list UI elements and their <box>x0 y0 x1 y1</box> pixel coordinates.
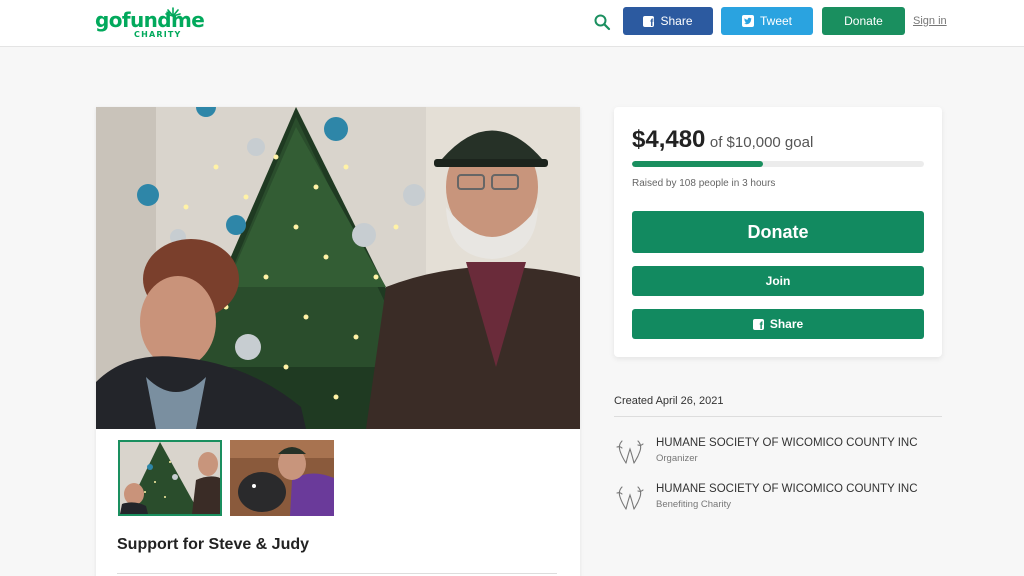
thumbnail-2-image <box>230 440 334 516</box>
donate-button[interactable]: Donate <box>632 211 924 253</box>
beneficiary-name: HUMANE SOCIETY OF WICOMICO COUNTY INC <box>656 483 918 495</box>
campaign-card: Support for Steve & Judy <box>96 107 580 576</box>
raised-summary: $4,480 of $10,000 goal <box>632 126 813 154</box>
content-divider <box>117 573 557 574</box>
tweet-label: Tweet <box>759 14 792 28</box>
donation-progress-bar <box>632 161 924 167</box>
gallery-thumbnail-2[interactable] <box>230 440 334 516</box>
campaign-title: Support for Steve & Judy <box>117 536 310 553</box>
logo-wordmark: gofundme <box>95 8 205 32</box>
goal-amount: of $10,000 goal <box>709 134 814 151</box>
facebook-share-button[interactable]: Share <box>623 7 713 35</box>
search-icon[interactable] <box>593 13 611 31</box>
twitter-icon <box>741 15 754 27</box>
facebook-icon <box>643 15 655 29</box>
header-donate-label: Donate <box>844 14 883 28</box>
tweet-button[interactable]: Tweet <box>721 7 813 35</box>
beneficiary-role: Benefiting Charity <box>656 499 731 510</box>
thumbnail-1-image <box>120 442 220 514</box>
organizer-name: HUMANE SOCIETY OF WICOMICO COUNTY INC <box>656 437 918 449</box>
donation-card: $4,480 of $10,000 goal Raised by 108 peo… <box>614 107 942 357</box>
logo-subtitle: CHARITY <box>134 30 182 39</box>
gofundme-charity-logo[interactable]: gofundme CHARITY <box>95 7 205 41</box>
raised-amount: $4,480 <box>632 126 706 153</box>
hero-photo-illustration <box>96 107 580 429</box>
organizer-role: Organizer <box>656 453 698 464</box>
beneficiary-entry[interactable]: HUMANE SOCIETY OF WICOMICO COUNTY INC Be… <box>614 483 944 523</box>
logo-sunburst-icon <box>165 7 181 17</box>
created-date: Created April 26, 2021 <box>614 395 724 407</box>
facebook-share-label: Share <box>660 14 693 28</box>
share-button[interactable]: Share <box>632 309 924 339</box>
campaign-hero-photo[interactable] <box>96 107 580 429</box>
join-button-label: Join <box>765 274 791 288</box>
organizer-entry[interactable]: HUMANE SOCIETY OF WICOMICO COUNTY INC Or… <box>614 437 944 477</box>
donation-progress-fill <box>632 161 763 167</box>
join-button[interactable]: Join <box>632 266 924 296</box>
sidebar-divider <box>614 416 942 417</box>
gallery-thumbnail-1[interactable] <box>118 440 222 516</box>
humane-society-logo-icon <box>616 486 644 510</box>
humane-society-logo-icon <box>616 440 644 464</box>
raised-by-text: Raised by 108 people in 3 hours <box>632 178 776 189</box>
header-donate-button[interactable]: Donate <box>822 7 905 35</box>
share-button-label: Share <box>769 317 804 331</box>
donate-button-label: Donate <box>747 221 809 242</box>
facebook-icon <box>752 318 764 332</box>
top-navbar: gofundme CHARITY Share Tweet Donate Sign… <box>0 0 1024 47</box>
sign-in-link[interactable]: Sign in <box>913 15 947 27</box>
